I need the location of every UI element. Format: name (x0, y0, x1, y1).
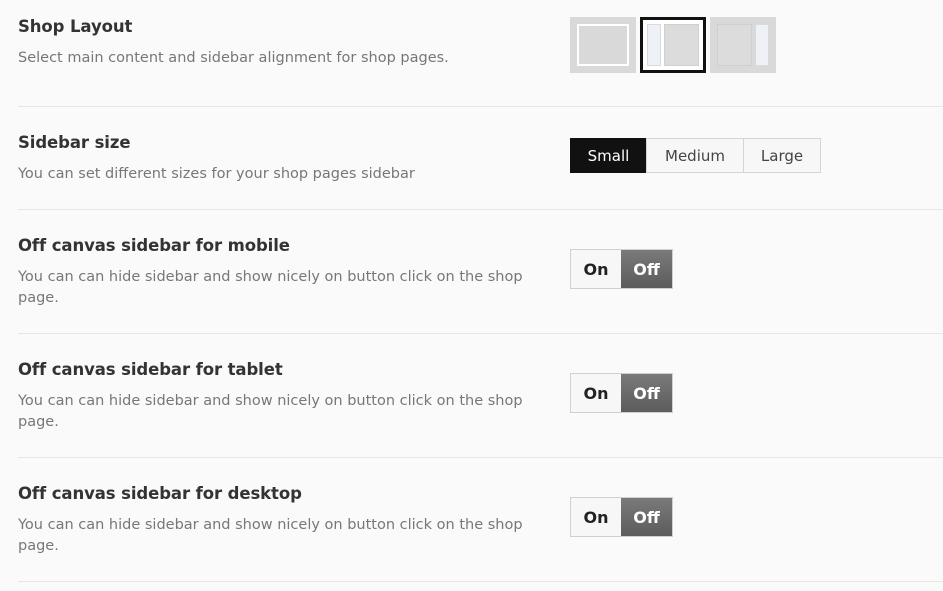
offcanvas-tablet-title: Off canvas sidebar for tablet (18, 360, 283, 379)
divider (18, 581, 943, 582)
shop-layout-description: Select main content and sidebar alignmen… (18, 50, 449, 66)
toggle-off-option[interactable]: Off (621, 374, 672, 412)
layout-sidebar-right-icon (717, 24, 769, 66)
toggle-on-option[interactable]: On (571, 374, 621, 412)
toggle-off-option[interactable]: Off (621, 498, 672, 536)
layout-full-width-icon (577, 24, 629, 66)
layout-option-sidebar-left[interactable] (640, 17, 706, 73)
sidebar-size-medium-button[interactable]: Medium (646, 138, 744, 173)
shop-layout-picker (570, 17, 776, 73)
offcanvas-tablet-description: You can can hide sidebar and show nicely… (18, 393, 523, 430)
toggle-on-option[interactable]: On (571, 250, 621, 288)
offcanvas-mobile-toggle[interactable]: On Off (570, 249, 673, 289)
sidebar-size-selector: Small Medium Large (570, 138, 821, 173)
offcanvas-desktop-title: Off canvas sidebar for desktop (18, 484, 302, 503)
divider (18, 457, 943, 458)
offcanvas-tablet-toggle[interactable]: On Off (570, 373, 673, 413)
layout-option-sidebar-right[interactable] (710, 17, 776, 73)
offcanvas-desktop-description: You can can hide sidebar and show nicely… (18, 517, 523, 554)
offcanvas-desktop-toggle[interactable]: On Off (570, 497, 673, 537)
sidebar-size-large-button[interactable]: Large (743, 138, 821, 173)
shop-layout-title: Shop Layout (18, 17, 133, 36)
sidebar-size-small-button[interactable]: Small (570, 138, 647, 173)
offcanvas-mobile-description: You can can hide sidebar and show nicely… (18, 269, 523, 306)
offcanvas-mobile-title: Off canvas sidebar for mobile (18, 236, 290, 255)
toggle-on-option[interactable]: On (571, 498, 621, 536)
layout-sidebar-left-icon (647, 24, 699, 66)
layout-option-full-width[interactable] (570, 17, 636, 73)
toggle-off-option[interactable]: Off (621, 250, 672, 288)
divider (18, 106, 943, 107)
sidebar-size-description: You can set different sizes for your sho… (18, 166, 415, 182)
divider (18, 333, 943, 334)
sidebar-size-title: Sidebar size (18, 133, 131, 152)
divider (18, 209, 943, 210)
